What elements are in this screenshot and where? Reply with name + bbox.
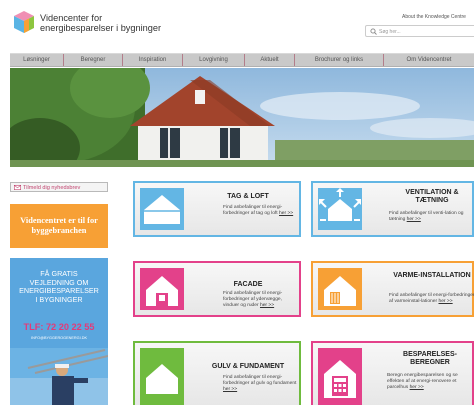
nav-item-loesninger[interactable]: Løsninger xyxy=(10,54,64,66)
tile-tag-loft[interactable]: TAG & LOFT Find anbefalinger til energi-… xyxy=(133,181,301,237)
tile-title: TAG & LOFT xyxy=(227,193,269,200)
newsletter-label: Tilmeld dig nyhedsbrev xyxy=(23,185,81,191)
nav-item-lovgivning[interactable]: Lovgivning xyxy=(183,54,245,66)
search-input[interactable]: Søg her... xyxy=(365,25,474,37)
industry-banner-text: Videncentret er til for byggebranchen xyxy=(20,216,98,235)
calculator-icon xyxy=(318,348,362,405)
tile-title: VENTILATION & TÆTNING xyxy=(405,189,459,204)
advice-text: FÅ GRATIS VEJLEDNING OM ENERGIBESPARELSE… xyxy=(10,269,108,304)
tile-desc: Beregn energibesparelsen og se effekten … xyxy=(387,373,474,392)
tile-title: VARME-INSTALLATION xyxy=(393,272,471,279)
tile-ventilation[interactable]: VENTILATION & TÆTNING Find anbefalinger … xyxy=(311,181,474,237)
envelope-icon xyxy=(14,185,21,190)
page: Videncenter for energibesparelser i bygn… xyxy=(0,0,474,405)
tile-desc: Find anbefalinger til energi-forbedringe… xyxy=(389,293,474,305)
tile-desc: Find anbefalinger til energi-forbedringe… xyxy=(223,375,299,394)
about-link[interactable]: About the Knowledge Centre xyxy=(402,14,466,20)
nav-item-brochurer[interactable]: Brochurer og links xyxy=(295,54,384,66)
tile-varme[interactable]: VARME-INSTALLATION Find anbefalinger til… xyxy=(311,261,474,317)
tile-link[interactable]: her >> xyxy=(260,303,274,308)
tile-desc: Find anbefalinger til energi-forbedringe… xyxy=(223,291,299,310)
tile-title: GULV & FUNDAMENT xyxy=(211,363,285,370)
tile-facade[interactable]: FACADE Find anbefalinger til energi-forb… xyxy=(133,261,301,317)
roof-icon xyxy=(140,188,184,230)
logo-text[interactable]: Videncenter for energibesparelser i bygn… xyxy=(40,13,161,33)
advice-phone: TLF: 72 20 22 55 xyxy=(23,322,95,332)
nav-item-om[interactable]: Om Videncentret xyxy=(384,54,474,66)
logo-line-2: energibesparelser i bygninger xyxy=(40,23,162,33)
tile-link[interactable]: her >> xyxy=(407,217,421,222)
logo-line-1: Videncenter for xyxy=(40,13,103,23)
tile-link[interactable]: her >> xyxy=(438,299,452,304)
search-placeholder: Søg her... xyxy=(379,29,401,35)
tile-desc: Find anbefalinger til venti-lation og tæ… xyxy=(389,211,473,223)
tile-desc: Find anbefalinger til energi-forbedringe… xyxy=(223,205,299,217)
industry-banner[interactable]: Videncentret er til for byggebranchen xyxy=(10,204,108,248)
nav-item-inspiration[interactable]: Inspiration xyxy=(123,54,183,66)
main-nav: Løsninger Beregner Inspiration Lovgivnin… xyxy=(10,53,474,67)
logo-icon[interactable] xyxy=(12,10,36,34)
nav-item-beregner[interactable]: Beregner xyxy=(64,54,123,66)
advice-line-4: I BYGNINGER xyxy=(35,294,83,304)
tile-link[interactable]: her >> xyxy=(279,211,293,216)
hero-image xyxy=(10,68,474,167)
tile-link[interactable]: her >> xyxy=(223,387,237,392)
newsletter-signup-button[interactable]: Tilmeld dig nyhedsbrev xyxy=(10,182,108,192)
heating-icon xyxy=(318,268,362,310)
floor-icon xyxy=(140,348,184,405)
tile-desc-text: Find anbefalinger til energi-forbedringe… xyxy=(223,375,297,387)
tile-desc-text: Find anbefalinger til energi-forbedringe… xyxy=(389,293,474,305)
ventilation-icon xyxy=(318,188,362,230)
tile-gulv[interactable]: GULV & FUNDAMENT Find anbefalinger til e… xyxy=(133,341,301,405)
advice-email: INFO@BYGGEROGENERGI.DK xyxy=(31,336,87,340)
tile-title: FACADE xyxy=(233,281,263,288)
tile-link[interactable]: her >> xyxy=(410,385,424,390)
nav-item-aktuelt[interactable]: Aktuelt xyxy=(245,54,295,66)
advisor-photo xyxy=(10,348,108,405)
tile-desc-text: Find anbefalinger til energi-forbedringe… xyxy=(223,205,283,217)
advice-banner[interactable]: FÅ GRATIS VEJLEDNING OM ENERGIBESPARELSE… xyxy=(10,258,108,405)
tile-title: BESPARELSES-BEREGNER xyxy=(403,351,457,366)
tile-beregner[interactable]: BESPARELSES-BEREGNER Beregn energibespar… xyxy=(311,341,474,405)
tile-desc-text: Find anbefalinger til venti-lation og tæ… xyxy=(389,211,464,223)
facade-icon xyxy=(140,268,184,310)
search-icon xyxy=(370,28,377,35)
